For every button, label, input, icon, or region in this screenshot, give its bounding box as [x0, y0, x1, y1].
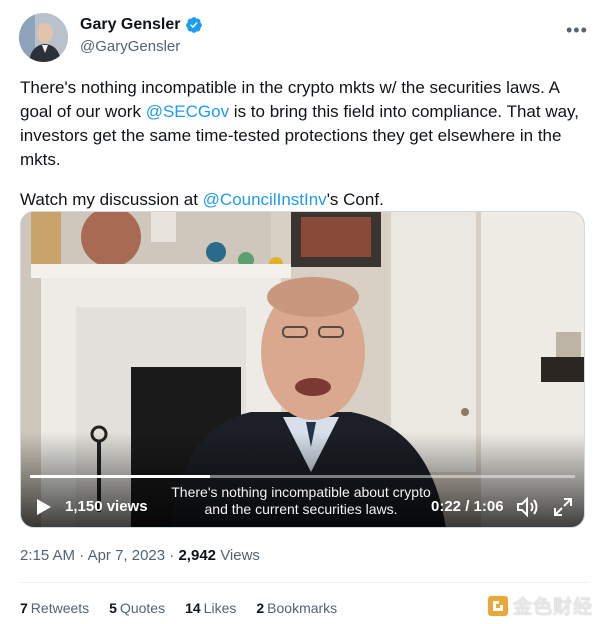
- retweets-label: Retweets: [30, 600, 90, 616]
- tweet-time[interactable]: 2:15 AM: [20, 547, 75, 564]
- views-count: 2,942: [178, 547, 217, 564]
- fullscreen-icon[interactable]: [553, 497, 573, 517]
- bookmarks-label: Bookmarks: [267, 600, 338, 616]
- likes-label: Likes: [203, 600, 237, 616]
- video-player[interactable]: 1,150 views There's nothing incompatible…: [20, 211, 585, 528]
- tweet-text-part: 's Conf.: [326, 190, 384, 209]
- tweet-paragraph-1: There's nothing incompatible in the cryp…: [20, 76, 590, 172]
- tweet-meta: 2:15 AM · Apr 7, 2023 · 2,942 Views: [20, 547, 260, 564]
- likes-count: 14: [185, 600, 201, 616]
- watermark-logo-icon: [488, 595, 508, 616]
- retweets-count: 7: [20, 600, 28, 616]
- author-name[interactable]: Gary Gensler: [80, 16, 181, 34]
- tweet-text: There's nothing incompatible in the cryp…: [20, 76, 590, 212]
- mention-councilinstinv-link[interactable]: @CouncilInstInv: [203, 190, 327, 209]
- tweet-text-part: Watch my discussion at: [20, 190, 203, 209]
- quotes-stat[interactable]: 5 Quotes: [109, 600, 165, 616]
- views-label: Views: [220, 547, 260, 564]
- tweet-paragraph-2: Watch my discussion at @CouncilInstInv's…: [20, 188, 590, 212]
- verified-badge-icon: [185, 17, 202, 33]
- video-caption-line-1: There's nothing incompatible about crypt…: [171, 484, 431, 500]
- retweets-stat[interactable]: 7 Retweets: [20, 600, 89, 616]
- likes-stat[interactable]: 14 Likes: [185, 600, 236, 616]
- avatar[interactable]: [19, 13, 68, 62]
- quotes-count: 5: [109, 600, 117, 616]
- bookmarks-stat[interactable]: 2 Bookmarks: [256, 600, 337, 616]
- video-views: 1,150 views: [65, 498, 148, 515]
- mention-secgov-link[interactable]: @SECGov: [146, 102, 229, 121]
- author-name-row[interactable]: Gary Gensler: [80, 16, 203, 34]
- meta-separator: ·: [79, 547, 88, 564]
- more-options-icon[interactable]: •••: [566, 20, 588, 41]
- tweet-date[interactable]: Apr 7, 2023: [88, 547, 166, 564]
- video-time: 0:22 / 1:06: [431, 498, 504, 515]
- author-handle[interactable]: @GaryGensler: [80, 38, 180, 55]
- video-progress-fill: [30, 475, 210, 478]
- quotes-label: Quotes: [119, 600, 166, 616]
- divider: [20, 582, 590, 583]
- watermark-text: 金色财经: [513, 597, 594, 618]
- video-caption-line-2: and the current securities laws.: [204, 501, 398, 517]
- video-frame: [21, 212, 584, 527]
- tweet-stats: 7 Retweets 5 Quotes 14 Likes 2 Bookmarks: [20, 600, 337, 616]
- bookmarks-count: 2: [256, 600, 265, 616]
- watermark: 金色财经: [487, 592, 593, 619]
- volume-icon[interactable]: [517, 497, 539, 517]
- play-icon[interactable]: [36, 498, 52, 516]
- avatar-image: [19, 13, 68, 62]
- video-progress-bar[interactable]: [30, 475, 575, 478]
